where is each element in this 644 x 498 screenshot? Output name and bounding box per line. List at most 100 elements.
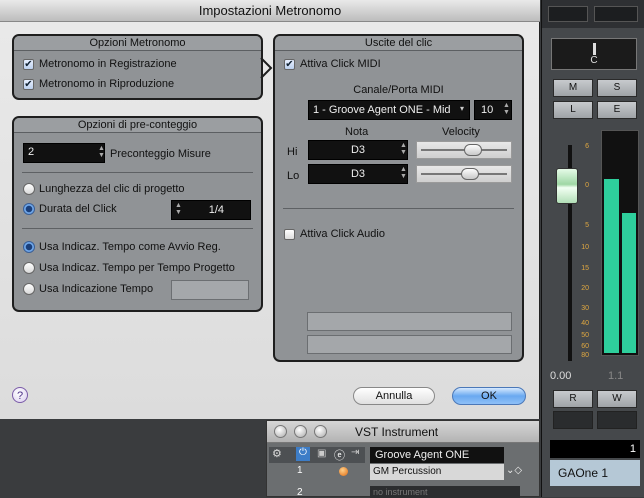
midi-click-checkbox[interactable]: ✔ (284, 59, 295, 70)
vst-window-title: VST Instrument (355, 425, 439, 439)
level-meter-right (622, 213, 636, 353)
playback-metronome-checkbox[interactable]: ✔ (23, 79, 34, 90)
listen-button[interactable]: L (553, 101, 593, 119)
pan-value[interactable]: 1.1 (608, 370, 623, 382)
active-indicator-icon (339, 467, 348, 476)
precount-bars-stepper[interactable]: ▲ ▼ (97, 145, 106, 159)
monitor-marker (592, 43, 596, 55)
channel-number: 1 (550, 440, 640, 458)
separator (22, 228, 253, 229)
mixer-channel-strip: C M S L E 6 0 5 10 15 20 30 40 50 60 80 … (541, 0, 644, 497)
velocity-column-header: Velocity (442, 126, 480, 138)
read-automation-button[interactable]: R (553, 390, 593, 408)
lo-velocity-thumb[interactable] (461, 168, 479, 180)
edit-button[interactable]: E (597, 101, 637, 119)
zoom-window-button[interactable] (314, 425, 327, 438)
dialog-title: Impostazioni Metronomo (0, 0, 540, 22)
vst-empty-slot[interactable]: no instrument (370, 486, 520, 498)
tempo-as-record-start-radio[interactable] (23, 241, 35, 253)
scale-label: 5 (585, 222, 589, 229)
record-metronome-checkbox[interactable]: ✔ (23, 59, 34, 70)
level-meter-left (604, 179, 619, 353)
audio-click-sample-slot-1[interactable] (307, 312, 512, 331)
channel-name[interactable]: GAOne 1 (550, 460, 640, 486)
panel-connector-arrow (260, 57, 273, 79)
click-duration-field[interactable]: 1/4 (171, 200, 251, 220)
channel-top-indicator (548, 6, 588, 22)
audio-click-label: Attiva Click Audio (300, 228, 385, 240)
monitor-display[interactable]: C (551, 38, 637, 70)
click-duration-value: 1/4 (208, 204, 224, 216)
hi-velocity-thumb[interactable] (464, 144, 482, 156)
output-icon[interactable]: ⇥ (351, 447, 359, 458)
vst-titlebar: VST Instrument (267, 421, 539, 443)
midi-port-value: 1 - Groove Agent ONE - Mid (313, 104, 451, 116)
midi-channel-stepper[interactable]: ▲ ▼ (502, 102, 511, 116)
gear-icon[interactable]: ⚙ (272, 447, 282, 460)
separator (283, 208, 514, 209)
lo-note-field[interactable]: D3 (308, 164, 408, 184)
scale-label: 60 (581, 343, 589, 350)
hi-velocity-slider[interactable] (416, 141, 512, 159)
scale-label: 15 (581, 265, 589, 272)
lo-label: Lo (287, 170, 300, 182)
chevron-down-icon: ▾ (460, 104, 465, 113)
program-menu-icon[interactable]: ⌄◇ (506, 465, 522, 476)
hi-note-stepper[interactable]: ▲ ▼ (399, 142, 408, 156)
scale-label: 80 (581, 352, 589, 359)
playback-metronome-label: Metronomo in Riproduzione (39, 78, 175, 90)
edit-instrument-icon[interactable]: ⓔ (334, 447, 345, 463)
click-duration-label: Durata del Click (39, 203, 117, 215)
freeze-icon[interactable]: ▣ (317, 448, 326, 459)
tempo-for-project-label: Usa Indicaz. Tempo per Tempo Progetto (39, 262, 235, 274)
click-duration-stepper[interactable]: ▲ ▼ (174, 202, 183, 216)
monitor-label: C (590, 55, 598, 66)
midi-click-label: Attiva Click MIDI (300, 58, 381, 70)
midi-port-select[interactable]: 1 - Groove Agent ONE - Mid (308, 100, 470, 120)
time-signature-field[interactable] (171, 280, 249, 300)
ok-button[interactable]: OK (452, 387, 526, 405)
tempo-as-record-start-label: Usa Indicaz. Tempo come Avvio Reg. (39, 241, 221, 253)
scale-label: 10 (581, 244, 589, 251)
mute-button[interactable]: M (553, 79, 593, 97)
hi-note-field[interactable]: D3 (308, 140, 408, 160)
minimize-window-button[interactable] (294, 425, 307, 438)
audio-click-sample-slot-2[interactable] (307, 335, 512, 354)
vst-slot-number: 1 (297, 465, 303, 476)
separator (22, 172, 253, 173)
audio-click-checkbox[interactable] (284, 229, 295, 240)
use-time-signature-radio[interactable] (23, 283, 35, 295)
help-button[interactable]: ? (12, 387, 28, 403)
vst-slot-number: 2 (297, 487, 303, 498)
metronome-dialog: Impostazioni Metronomo Opzioni Metronomo… (0, 0, 540, 419)
lo-velocity-slider[interactable] (416, 165, 512, 183)
scale-label: 50 (581, 332, 589, 339)
cancel-button[interactable]: Annulla (353, 387, 435, 405)
precount-bars-field[interactable]: 2 (23, 143, 105, 163)
precount-bars-value: 2 (28, 146, 35, 158)
channel-top-indicator (594, 6, 638, 22)
write-automation-button[interactable]: W (597, 390, 637, 408)
power-icon[interactable]: ⏻ (296, 447, 310, 461)
metronome-options-header: Opzioni Metronomo (14, 36, 261, 51)
tempo-for-project-radio[interactable] (23, 262, 35, 274)
help-icon: ? (16, 390, 24, 402)
scale-label: 40 (581, 320, 589, 327)
click-duration-radio[interactable] (23, 203, 35, 215)
vst-instrument-name[interactable]: Groove Agent ONE (370, 447, 504, 463)
project-click-length-radio[interactable] (23, 183, 35, 195)
volume-fader-handle[interactable] (556, 168, 578, 204)
click-outputs-header: Uscite del clic (275, 36, 522, 51)
meter-scale: 6 0 5 10 15 20 30 40 50 60 80 (577, 140, 591, 360)
level-meter (601, 130, 639, 356)
solo-button[interactable]: S (597, 79, 637, 97)
note-column-header: Nota (345, 126, 369, 138)
project-click-length-label: Lunghezza del clic di progetto (39, 183, 185, 195)
precount-options-header: Opzioni di pre-conteggio (14, 118, 261, 133)
vst-program-name[interactable]: GM Percussion (370, 464, 504, 480)
close-window-button[interactable] (274, 425, 287, 438)
lo-note-value: D3 (350, 168, 366, 180)
fader-value[interactable]: 0.00 (550, 370, 571, 382)
lo-note-stepper[interactable]: ▲ ▼ (399, 166, 408, 180)
use-time-signature-label: Usa Indicazione Tempo (39, 283, 154, 295)
